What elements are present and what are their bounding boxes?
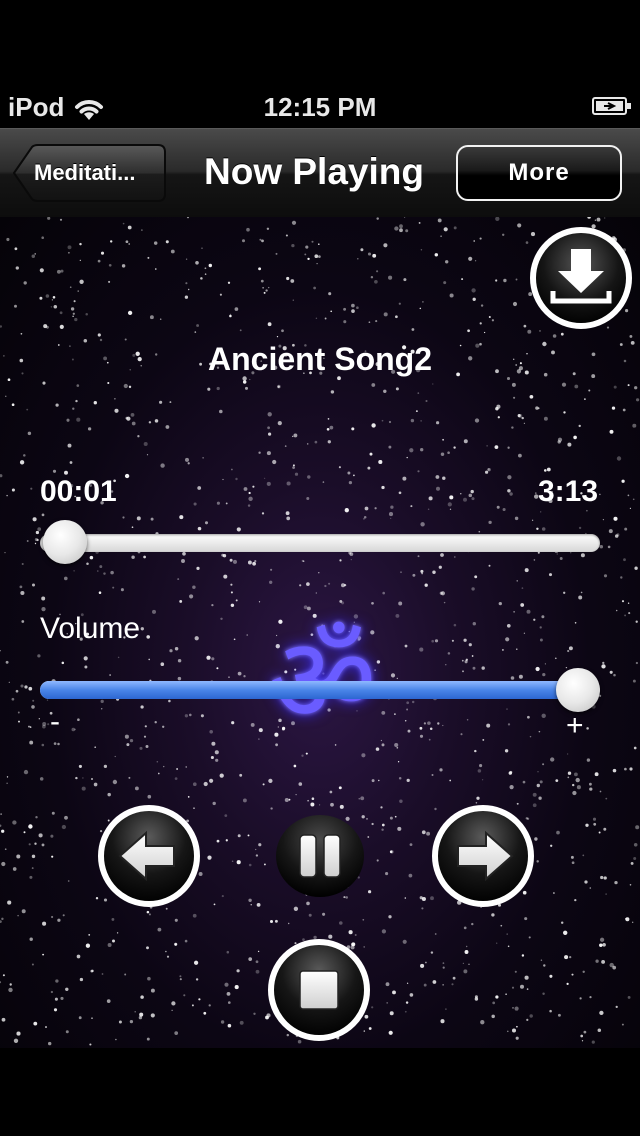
page-title: Now Playing	[204, 151, 424, 192]
player-content: ॐ Ancient Song2 00:01 3:13 Volume - +	[0, 217, 640, 1048]
volume-max-label: +	[566, 709, 584, 742]
status-bar: iPod 12:15 PM	[0, 84, 640, 130]
previous-button[interactable]	[96, 803, 202, 909]
elapsed-time: 00:01	[40, 475, 117, 508]
volume-slider-fill	[40, 681, 578, 699]
bottom-bar	[0, 1048, 640, 1136]
status-time: 12:15 PM	[263, 92, 377, 122]
next-button[interactable]	[430, 803, 536, 909]
volume-label: Volume	[40, 612, 141, 645]
back-button-label: Meditati...	[34, 160, 136, 185]
navigation-bar: Meditati... Now Playing More	[0, 128, 640, 218]
song-title: Ancient Song2	[207, 341, 432, 377]
battery-icon	[592, 97, 631, 115]
volume-min-label: -	[50, 705, 60, 738]
volume-slider-thumb[interactable]	[556, 668, 600, 712]
stop-button[interactable]	[266, 937, 372, 1043]
progress-slider-thumb[interactable]	[42, 520, 87, 564]
download-button[interactable]	[528, 225, 634, 331]
total-time: 3:13	[537, 475, 598, 508]
back-button[interactable]: Meditati...	[12, 144, 166, 202]
om-symbol-icon: ॐ	[268, 611, 377, 749]
progress-slider-track[interactable]	[40, 534, 600, 552]
volume-slider-track[interactable]	[40, 681, 600, 699]
more-button[interactable]: More	[456, 145, 622, 201]
stop-icon	[299, 970, 339, 1010]
pause-button[interactable]	[274, 813, 366, 899]
